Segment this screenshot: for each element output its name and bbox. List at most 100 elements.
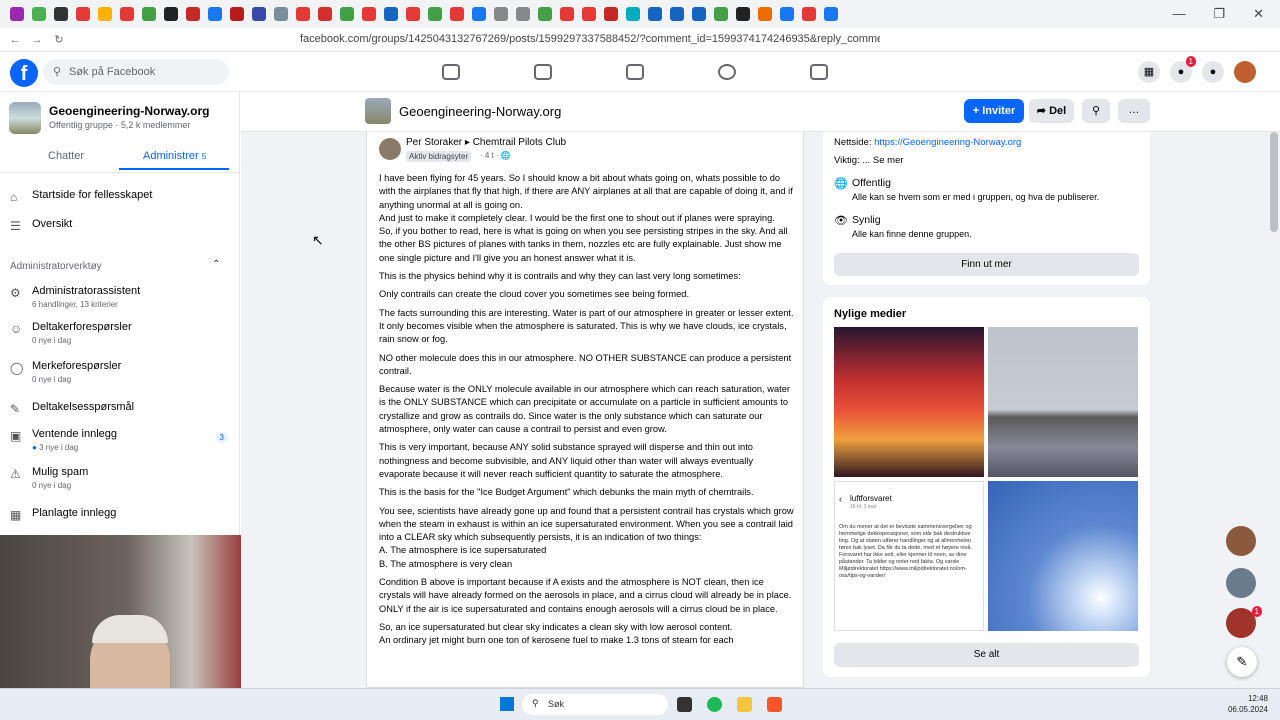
contact-avatar[interactable]: 1	[1226, 606, 1262, 638]
profile-avatar[interactable]	[1234, 61, 1256, 83]
file-explorer-icon[interactable]	[737, 697, 752, 712]
tab-favicon[interactable]	[582, 7, 596, 21]
post-paragraph: So, an ice supersaturated but clear sky …	[379, 621, 734, 646]
tab-favicon[interactable]	[142, 7, 156, 21]
group-search-button[interactable]: ⚲	[1082, 99, 1110, 123]
author-avatar[interactable]	[379, 138, 401, 160]
screenshot-text: Om du mener at det er bevisste sammensve…	[839, 524, 972, 579]
see-all-button[interactable]: Se alt	[834, 643, 1139, 667]
menu-grid-icon[interactable]: ▦	[1138, 61, 1160, 83]
tab-favicon[interactable]	[296, 7, 310, 21]
back-icon[interactable]: ←	[4, 34, 26, 46]
tab-favicon[interactable]	[692, 7, 706, 21]
media-thumbnail-window-sky[interactable]	[988, 327, 1138, 477]
tab-favicon[interactable]	[758, 7, 772, 21]
more-options-button[interactable]: …	[1118, 99, 1150, 123]
brave-browser-icon[interactable]	[767, 697, 782, 712]
new-message-button[interactable]: ✎	[1227, 647, 1257, 677]
spotify-icon[interactable]	[707, 697, 722, 712]
tab-favicon[interactable]	[736, 7, 750, 21]
tab-chats[interactable]: Chatter	[48, 150, 84, 162]
group-header-name[interactable]: Geoengineering-Norway.org	[399, 104, 561, 119]
post-paragraph: The facts surrounding this are interesti…	[379, 307, 794, 345]
tab-favicon[interactable]	[472, 7, 486, 21]
tab-favicon[interactable]	[802, 7, 816, 21]
messenger-icon[interactable]: ● 1	[1170, 56, 1196, 83]
task-view-icon[interactable]	[677, 697, 692, 712]
tab-favicon[interactable]	[714, 7, 728, 21]
scrollbar[interactable]	[1270, 132, 1278, 232]
tab-favicon[interactable]	[670, 7, 684, 21]
tab-favicon[interactable]	[384, 7, 398, 21]
forward-icon[interactable]: →	[26, 34, 48, 46]
home-icon[interactable]	[442, 64, 460, 80]
notifications-icon[interactable]: ●	[1202, 61, 1224, 83]
tab-favicon[interactable]	[450, 7, 464, 21]
group-thumbnail[interactable]	[9, 102, 41, 134]
tab-favicon[interactable]	[560, 7, 574, 21]
tab-favicon[interactable]	[32, 7, 46, 21]
tab-favicon[interactable]	[428, 7, 442, 21]
tab-favicon[interactable]	[626, 7, 640, 21]
minimize-icon[interactable]: —	[1172, 6, 1185, 22]
sidebar-item-label: Deltakerforespørsler	[32, 321, 132, 333]
media-thumbnail-airplane-sunset[interactable]	[834, 327, 984, 477]
divider	[0, 172, 240, 173]
post-author[interactable]: Per Storaker ▸ Chemtrail Pilots Club	[406, 137, 566, 148]
tab-favicon[interactable]	[252, 7, 266, 21]
tab-favicon[interactable]	[98, 7, 112, 21]
gaming-icon[interactable]	[810, 64, 828, 80]
close-window-icon[interactable]: ✕	[1253, 6, 1264, 22]
facebook-search-input[interactable]: ⚲ Søk på Facebook	[43, 59, 229, 85]
marketplace-icon[interactable]	[626, 64, 644, 80]
tab-favicon[interactable]	[10, 7, 24, 21]
tab-favicon[interactable]	[494, 7, 508, 21]
tab-favicon[interactable]	[604, 7, 618, 21]
contact-avatar[interactable]	[1226, 568, 1256, 598]
post-body: I have been flying for 45 years. So I sh…	[379, 172, 795, 653]
tab-favicon[interactable]	[230, 7, 244, 21]
tab-favicon[interactable]	[274, 7, 288, 21]
tab-favicon[interactable]	[208, 7, 222, 21]
tab-favicon-active[interactable]	[824, 7, 838, 21]
chevron-up-icon[interactable]: ⌃	[212, 259, 220, 270]
tab-favicon[interactable]	[340, 7, 354, 21]
tab-favicon[interactable]	[76, 7, 90, 21]
post-time[interactable]: · 4 t · 🌐	[480, 151, 511, 160]
url-field[interactable]: facebook.com/groups/1425043132767269/pos…	[300, 33, 880, 45]
invite-button[interactable]: + Inviter	[964, 99, 1024, 123]
tab-favicon[interactable]	[120, 7, 134, 21]
tab-favicon[interactable]	[186, 7, 200, 21]
tab-favicon[interactable]	[54, 7, 68, 21]
windows-start-icon[interactable]	[500, 697, 514, 711]
groups-icon[interactable]	[718, 64, 736, 80]
share-button[interactable]: ➦ Del	[1029, 99, 1074, 123]
taskbar-search[interactable]: ⚲ Søk	[522, 694, 668, 715]
learn-more-button[interactable]: Finn ut mer	[834, 253, 1139, 276]
tab-admin[interactable]: Administrer 5	[143, 150, 206, 162]
group-name[interactable]: Geoengineering-Norway.org	[49, 104, 209, 118]
group-thumbnail[interactable]	[365, 98, 391, 124]
media-thumbnail-blue-sky[interactable]	[988, 481, 1138, 631]
mouse-cursor-icon: ↖	[312, 232, 324, 248]
tab-favicon[interactable]	[362, 7, 376, 21]
tab-favicon[interactable]	[780, 7, 794, 21]
globe-icon: 🌐	[834, 178, 848, 190]
video-icon[interactable]	[534, 64, 552, 80]
tab-favicon[interactable]	[164, 7, 178, 21]
contact-avatar[interactable]	[1226, 526, 1256, 556]
facebook-logo[interactable]: f	[10, 59, 38, 87]
tab-favicon[interactable]	[318, 7, 332, 21]
tab-favicon[interactable]	[406, 7, 420, 21]
admin-tools-header[interactable]: Administratorverktøy	[10, 261, 102, 272]
tab-favicon[interactable]	[538, 7, 552, 21]
important-note[interactable]: Viktig: ... Se mer	[834, 155, 904, 166]
reload-icon[interactable]: ↻	[48, 33, 70, 46]
taskbar-clock[interactable]: 12:48 06.05.2024	[1228, 693, 1268, 715]
website-link[interactable]: https://Geoengineering-Norway.org	[874, 137, 1021, 148]
visibility-desc: Alle kan finne denne gruppen.	[852, 229, 972, 239]
tab-favicon[interactable]	[648, 7, 662, 21]
tab-favicon[interactable]	[516, 7, 530, 21]
media-thumbnail-screenshot[interactable]: ‹ luftforsvaret 16 hl. 3 mar Om du mener…	[834, 481, 984, 631]
restore-icon[interactable]: ❐	[1213, 6, 1225, 22]
